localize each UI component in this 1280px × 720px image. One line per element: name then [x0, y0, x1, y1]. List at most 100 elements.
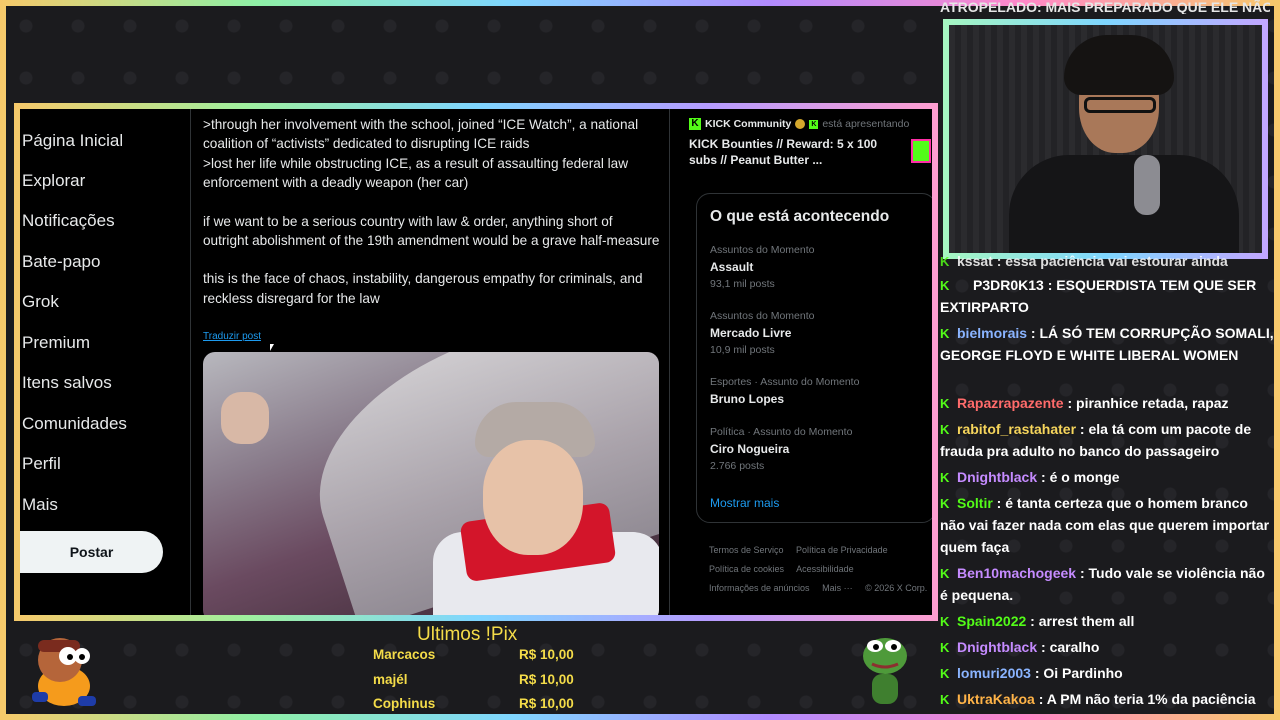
- hand-shape: [221, 392, 269, 444]
- kick-community-name: KICK Community: [705, 118, 792, 130]
- chat-text: caralho: [1049, 639, 1100, 655]
- kick-badge-icon: K: [940, 666, 950, 681]
- post-paragraph: >lost her life while obstructing ICE, as…: [203, 155, 629, 191]
- trend-item[interactable]: Política · Assunto do Momento Ciro Nogue…: [710, 426, 852, 472]
- trend-category: Política · Assunto do Momento: [710, 426, 853, 438]
- chat-message: K UktraKakoa : A PM não teria 1% da paciê…: [940, 691, 1256, 707]
- post-video[interactable]: [203, 352, 659, 615]
- chat-username: kssat: [957, 253, 993, 269]
- mouse-cursor: [270, 344, 274, 351]
- chat-username: Dnightblack: [957, 639, 1038, 655]
- kick-badge-icon: K: [940, 692, 950, 707]
- chat-message: K Soltir : é tanta certeza que o homem br…: [940, 495, 1270, 555]
- kick-badge-icon: K: [940, 254, 950, 269]
- chat-message: K Dnightblack : caralho: [940, 639, 1100, 655]
- trend-item[interactable]: Esportes · Assunto do Momento Bruno Lope…: [710, 376, 859, 406]
- trend-name: Ciro Nogueira: [710, 442, 790, 456]
- trend-item[interactable]: Assuntos do Momento Mercado Livre 10,9 m…: [710, 310, 814, 356]
- x-feed: >through her involvement with the school…: [192, 109, 670, 615]
- chat-username: Rapazrapazente: [957, 395, 1064, 411]
- chat-message: Klomuri2003 : Oi Pardinho: [940, 665, 1123, 681]
- kick-status: está apresentando: [822, 118, 910, 130]
- chat-message: K Spain2022 : arrest them all: [940, 613, 1135, 629]
- footer-link[interactable]: Acessibilidade: [796, 564, 854, 574]
- kick-badge-icon: K: [940, 396, 950, 411]
- post-paragraph: if we want to be a serious country with …: [203, 213, 660, 249]
- trend-category: Assuntos do Momento: [710, 244, 815, 256]
- footer-copyright: © 2026 X Corp.: [865, 583, 928, 593]
- nav-communities[interactable]: Comunidades: [22, 414, 127, 434]
- footer-link[interactable]: Mais ···: [822, 583, 853, 593]
- chat-text: Oi Pardinho: [1043, 665, 1123, 681]
- streamer-body: [1009, 155, 1239, 253]
- post-paragraph: >through her involvement with the school…: [203, 117, 639, 152]
- chat-message: K Dnightblack : é o monge: [940, 469, 1120, 485]
- translate-post-link[interactable]: Traduzir post: [203, 331, 261, 342]
- kick-logo-icon: K: [689, 118, 701, 130]
- kick-thumbnail[interactable]: [911, 139, 931, 163]
- chat-text: A PM não teria 1% da paciência: [1046, 691, 1256, 707]
- chat-text: piranhice retada, rapaz: [1076, 395, 1229, 411]
- kick-badge-icon: K: [940, 640, 950, 655]
- chat-message: K Ben10machogeek : Tudo vale se violência…: [940, 565, 1265, 603]
- post-body: >through her involvement with the school…: [203, 115, 661, 308]
- kick-badge-icon: K: [940, 278, 950, 293]
- pix-donor: majél: [373, 672, 408, 687]
- chat-text: é o monge: [1049, 469, 1120, 485]
- nav-grok[interactable]: Grok: [22, 292, 59, 312]
- kick-badge-icon: K: [940, 470, 950, 485]
- nav-profile[interactable]: Perfil: [22, 454, 61, 474]
- chat-username: Ben10machogeek: [957, 565, 1077, 581]
- pix-donor: Cophinus: [373, 696, 436, 711]
- kick-badge-icon: K: [940, 496, 950, 511]
- trending-heading: O que está acontecendo: [710, 208, 890, 225]
- trending-panel: O que está acontecendo Assuntos do Momen…: [696, 193, 932, 523]
- footer-link[interactable]: Política de cookies: [709, 564, 784, 574]
- chat-message: Krabitof_rastahater : ela tá com um paco…: [940, 421, 1252, 459]
- face-shape: [483, 440, 583, 555]
- chat-username: rabitof_rastahater: [957, 421, 1077, 437]
- trend-item[interactable]: Assuntos do Momento Assault 93,1 mil pos…: [710, 244, 814, 290]
- kick-logo-icon: K: [809, 119, 819, 129]
- kick-community-card[interactable]: K KICK Community K está apresentando KIC…: [689, 118, 929, 168]
- nav-home[interactable]: Página Inicial: [22, 131, 123, 151]
- pix-amount: R$ 10,00: [519, 696, 574, 711]
- pix-amount: R$ 10,00: [519, 672, 574, 687]
- nav-more[interactable]: Mais: [22, 495, 58, 515]
- trend-name: Bruno Lopes: [710, 392, 784, 406]
- trend-count: 10,9 mil posts: [710, 344, 775, 356]
- post-paragraph: this is the face of chaos, instability, …: [203, 271, 643, 306]
- chat-username: UktraKakoa: [957, 691, 1035, 707]
- show-more-link[interactable]: Mostrar mais: [710, 496, 779, 510]
- chat-username: P3DR0K13: [973, 277, 1044, 293]
- x-right-column: K KICK Community K está apresentando KIC…: [671, 109, 932, 615]
- x-sidebar: Página Inicial Explorar Notificações Bat…: [20, 109, 191, 615]
- chat-username: Dnightblack: [957, 469, 1038, 485]
- webcam-feed: [943, 19, 1268, 259]
- trend-category: Esportes · Assunto do Momento: [710, 376, 860, 388]
- chat-message: K Rapazrapazente : piranhice retada, rapa…: [940, 395, 1229, 411]
- nav-chat[interactable]: Bate-papo: [22, 252, 100, 272]
- footer-links: Termos de Serviço Política de Privacidad…: [709, 541, 932, 598]
- kick-stream-title: KICK Bounties // Reward: 5 x 100 subs //…: [689, 137, 878, 167]
- chat-username: lomuri2003: [957, 665, 1031, 681]
- mascot-left-icon: [32, 638, 96, 706]
- chat-username: bielmorais: [957, 325, 1028, 341]
- nav-bookmarks[interactable]: Itens salvos: [22, 373, 112, 393]
- kick-badge-icon: K: [940, 614, 950, 629]
- nav-notifications[interactable]: Notificações: [22, 211, 115, 231]
- trend-count: 2.766 posts: [710, 460, 765, 472]
- footer-link[interactable]: Informações de anúncios: [709, 583, 810, 593]
- microphone-shape: [1134, 155, 1160, 215]
- trend-name: Assault: [710, 260, 754, 274]
- streamer-glasses: [1084, 97, 1156, 113]
- footer-link[interactable]: Termos de Serviço: [709, 545, 784, 555]
- chat-text: essa paciência vai estourar ainda: [1005, 253, 1228, 269]
- nav-explore[interactable]: Explorar: [22, 171, 85, 191]
- nav-premium[interactable]: Premium: [22, 333, 90, 353]
- footer-link[interactable]: Política de Privacidade: [796, 545, 888, 555]
- pepe-frog-icon: [863, 638, 907, 704]
- pix-donor: Marcacos: [373, 647, 436, 662]
- streamer-hair: [1064, 35, 1174, 95]
- post-button[interactable]: Postar: [20, 531, 163, 573]
